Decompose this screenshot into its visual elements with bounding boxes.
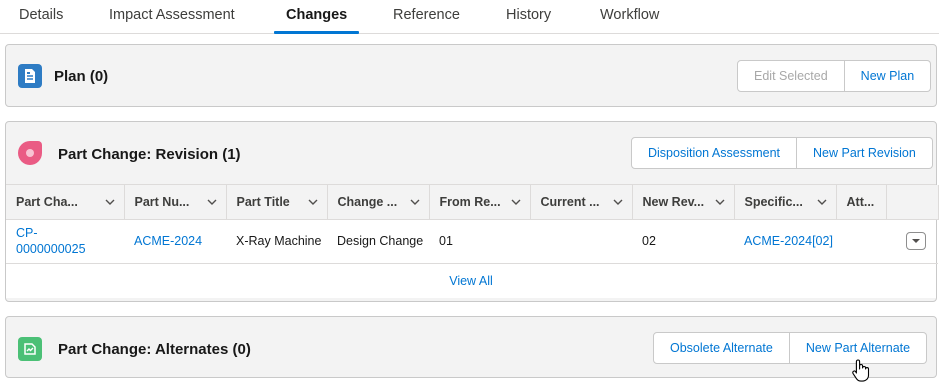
table-row: CP-0000000025 ACME-2024 X-Ray Machine De… [6, 219, 938, 264]
col-part-change[interactable]: Part Cha... [6, 185, 125, 220]
document-icon [18, 64, 42, 88]
change-type-cell: Design Change [327, 219, 429, 264]
col-part-number[interactable]: Part Nu... [124, 185, 227, 220]
chevron-down-icon[interactable] [612, 196, 624, 208]
plan-title: Plan (0) [54, 68, 109, 85]
specification-link[interactable]: ACME-2024[02] [744, 234, 833, 248]
from-revision-cell: 01 [429, 219, 530, 264]
chevron-down-icon[interactable] [409, 196, 421, 208]
chevron-down-icon[interactable] [206, 196, 218, 208]
tab-reference[interactable]: Reference [393, 0, 460, 34]
plan-card: Plan (0) Edit Selected New Plan [5, 44, 937, 107]
current-cell [530, 219, 632, 264]
revision-title: Part Change: Revision (1) [58, 146, 241, 163]
new-part-revision-button[interactable]: New Part Revision [797, 137, 933, 169]
tab-changes[interactable]: Changes [273, 0, 360, 34]
col-row-actions [886, 185, 939, 220]
part-number-link[interactable]: ACME-2024 [134, 234, 202, 248]
col-part-title[interactable]: Part Title [226, 185, 328, 220]
attachments-cell [836, 219, 886, 264]
col-from-revision[interactable]: From Re... [429, 185, 531, 220]
alternate-icon [18, 337, 42, 361]
col-new-revision[interactable]: New Rev... [632, 185, 735, 220]
tab-details[interactable]: Details [19, 0, 63, 34]
disposition-assessment-button[interactable]: Disposition Assessment [631, 137, 798, 169]
new-plan-button[interactable]: New Plan [844, 60, 932, 92]
chevron-down-icon[interactable] [104, 196, 116, 208]
tab-history[interactable]: History [506, 0, 551, 34]
chevron-down-icon[interactable] [510, 196, 522, 208]
col-attachments[interactable]: Att... [836, 185, 887, 220]
new-revision-cell: 02 [632, 219, 734, 264]
part-change-link[interactable]: CP-0000000025 [16, 226, 86, 256]
col-change-type[interactable]: Change ... [327, 185, 430, 220]
col-current[interactable]: Current ... [530, 185, 633, 220]
record-tabs: Details Impact Assessment Changes Refere… [0, 0, 939, 34]
hand-cursor-icon [852, 359, 870, 382]
alternates-actions: Obsolete Alternate New Part Alternate [653, 332, 928, 364]
row-action-menu[interactable] [906, 232, 926, 250]
chevron-down-icon [912, 239, 920, 243]
revision-table: Part Cha... Part Nu... Part Title Change… [6, 184, 939, 300]
tab-impact-assessment[interactable]: Impact Assessment [109, 0, 235, 34]
alternates-card: Part Change: Alternates (0) Obsolete Alt… [5, 316, 937, 378]
view-all-link[interactable]: View All [6, 264, 936, 300]
tab-workflow[interactable]: Workflow [600, 0, 659, 34]
obsolete-alternate-button[interactable]: Obsolete Alternate [653, 332, 790, 364]
col-specification[interactable]: Specific... [734, 185, 837, 220]
chevron-down-icon[interactable] [307, 196, 319, 208]
chevron-down-icon[interactable] [816, 196, 828, 208]
revision-card: Part Change: Revision (1) Disposition As… [5, 121, 939, 302]
revision-actions: Disposition Assessment New Part Revision [631, 137, 933, 169]
alternates-title: Part Change: Alternates (0) [58, 341, 251, 358]
part-title-cell: X-Ray Machine [226, 219, 327, 264]
edit-selected-button[interactable]: Edit Selected [737, 60, 845, 92]
plan-actions: Edit Selected New Plan [737, 60, 932, 92]
chevron-down-icon[interactable] [714, 196, 726, 208]
revision-icon [18, 141, 42, 165]
